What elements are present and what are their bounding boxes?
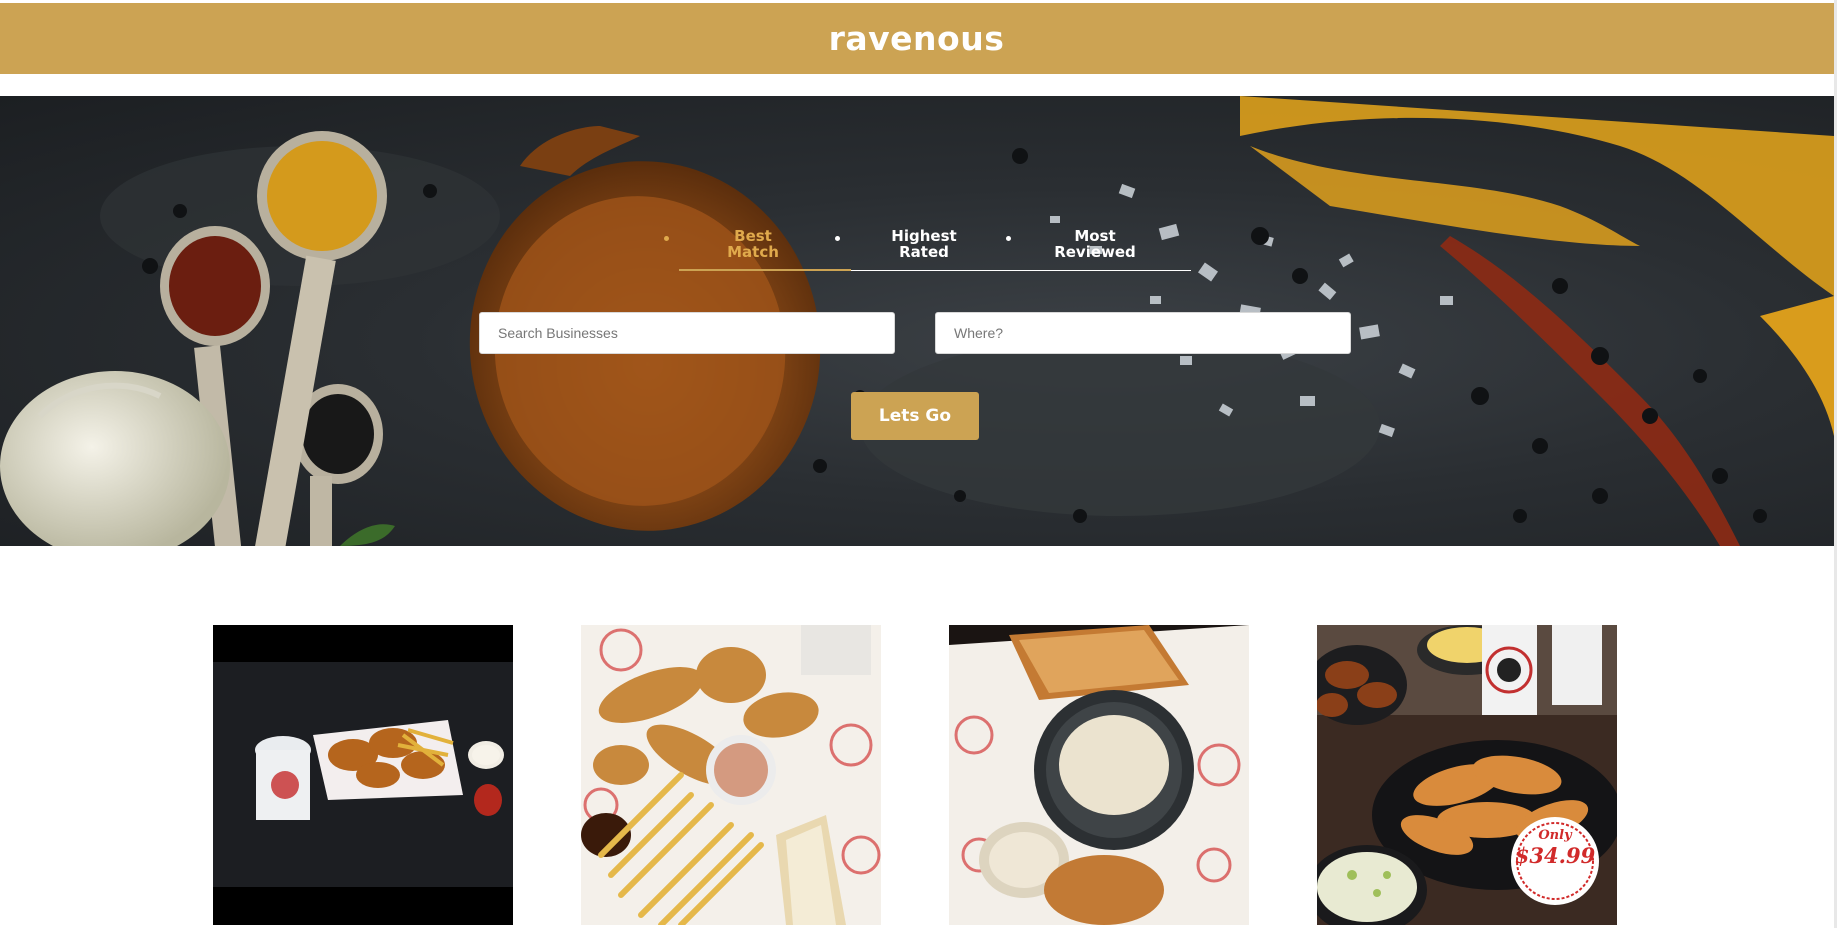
tab-best-match[interactable]: Best Match [678, 228, 828, 260]
tab-most-reviewed-line1: Most [1074, 227, 1116, 245]
location-input[interactable] [935, 312, 1351, 354]
business-card-image[interactable] [581, 625, 881, 925]
family-meal-promo-photo [1317, 625, 1617, 925]
tab-highest-rated-line1: Highest [891, 227, 957, 245]
site-logo[interactable]: ravenous [829, 19, 1005, 58]
tab-highest-rated-line2: Rated [899, 243, 949, 261]
business-card-image[interactable] [949, 625, 1249, 925]
sort-bullet [835, 236, 840, 241]
tab-best-match-line2: Match [727, 243, 779, 261]
business-card-image[interactable]: Only $34.99 [1317, 625, 1617, 925]
promo-badge-price: $34.99 [1514, 843, 1596, 868]
chicken-tenders-fries-photo [581, 625, 881, 925]
promo-badge-top: Only [1538, 828, 1572, 843]
page: ravenous Best Match Highest Rated Most R… [0, 0, 1837, 928]
tab-most-reviewed-line2: Reviewed [1054, 243, 1136, 261]
sort-bullet [1006, 236, 1011, 241]
fried-chicken-basket-photo [213, 625, 513, 925]
sort-active-underline [679, 269, 851, 271]
lets-go-button[interactable]: Lets Go [851, 392, 979, 440]
site-header: ravenous [0, 3, 1837, 74]
search-businesses-input[interactable] [479, 312, 895, 354]
tab-best-match-line1: Best [734, 227, 772, 245]
search-hero: Best Match Highest Rated Most Reviewed L… [0, 96, 1834, 546]
tab-most-reviewed[interactable]: Most Reviewed [1020, 228, 1170, 260]
business-card-image[interactable] [213, 625, 513, 925]
hero-background-image [0, 96, 1834, 546]
sort-options: Best Match Highest Rated Most Reviewed [660, 228, 1190, 268]
tab-highest-rated[interactable]: Highest Rated [849, 228, 999, 260]
potato-salad-toast-photo [949, 625, 1249, 925]
sort-bullet [664, 236, 669, 241]
